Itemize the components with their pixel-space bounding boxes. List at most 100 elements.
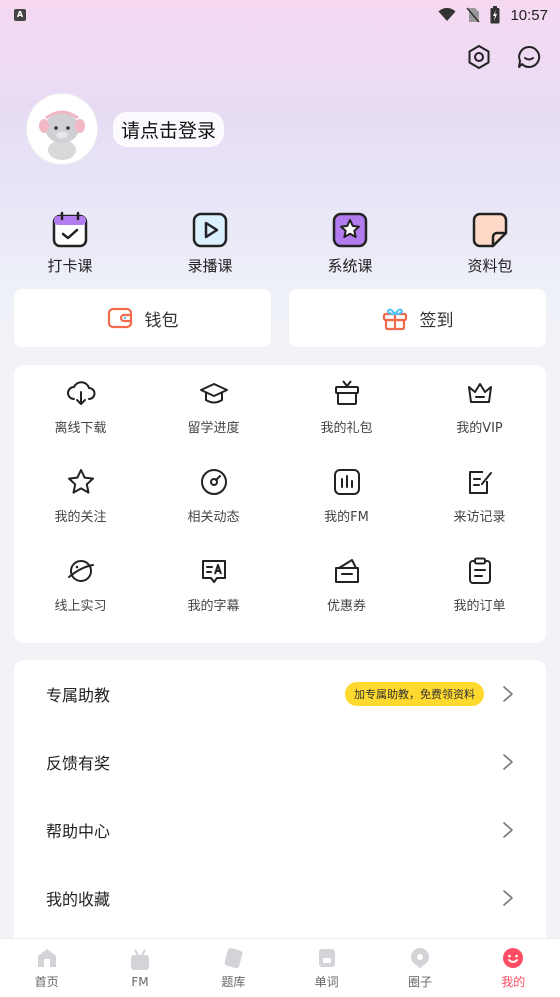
grid-item-study-abroad-progress[interactable]: 留学进度 xyxy=(147,377,280,466)
quick-action-recorded-course[interactable]: 录播课 xyxy=(140,210,280,276)
clipboard-icon xyxy=(464,555,496,587)
grid-item-my-orders[interactable]: 我的订单 xyxy=(413,555,546,644)
list-item-label: 帮助中心 xyxy=(46,822,111,841)
top-icons xyxy=(464,42,544,72)
tab-label: 题库 xyxy=(221,975,246,989)
list-item-help-center[interactable]: 帮助中心 xyxy=(14,796,546,864)
grid-item-my-gift[interactable]: 我的礼包 xyxy=(280,377,413,466)
chevron-right-icon xyxy=(503,890,513,906)
crown-icon xyxy=(464,377,496,409)
no-sim-icon xyxy=(466,7,481,23)
list-item-feedback[interactable]: 反馈有奖 xyxy=(14,728,546,796)
chat-bubble-icon xyxy=(518,45,541,68)
tab-fm[interactable]: FM xyxy=(93,939,186,997)
list-item-my-favorites[interactable]: 我的收藏 xyxy=(14,864,546,932)
list-item-right xyxy=(502,753,514,771)
calendar-check-icon xyxy=(50,210,90,250)
quick-action-materials[interactable]: 资料包 xyxy=(420,210,560,276)
profile-header[interactable]: 请点击登录 xyxy=(27,94,225,164)
community-icon xyxy=(408,946,432,970)
grid-item-related-updates[interactable]: 相关动态 xyxy=(147,466,280,555)
grid-item-my-vip[interactable]: 我的VIP xyxy=(413,377,546,466)
login-prompt[interactable]: 请点击登录 xyxy=(113,111,225,147)
quick-action-checkin-course[interactable]: 打卡课 xyxy=(0,210,140,276)
settings-button[interactable] xyxy=(464,42,494,72)
grid-item-my-subtitles[interactable]: 我的字幕 xyxy=(147,555,280,644)
grid-label: 我的订单 xyxy=(453,599,506,614)
list-item-label: 我的收藏 xyxy=(46,890,111,909)
message-button[interactable] xyxy=(514,42,544,72)
gift-box-icon xyxy=(382,308,407,331)
edit-note-icon xyxy=(464,466,496,498)
subtitle-icon xyxy=(198,555,230,587)
list-item-label: 反馈有奖 xyxy=(46,754,111,773)
star-icon xyxy=(65,466,97,498)
gift-icon xyxy=(331,377,363,409)
grid-label: 我的关注 xyxy=(54,510,107,525)
promo-badge[interactable]: 加专属助教，免费领资料 xyxy=(345,682,484,706)
cow-mascot-icon xyxy=(39,110,85,160)
grid-label: 来访记录 xyxy=(453,510,506,525)
grid-label: 我的FM xyxy=(324,510,369,525)
tab-label: FM xyxy=(131,974,149,989)
graduation-cap-icon xyxy=(198,377,230,409)
status-right: 10:57 xyxy=(438,6,548,24)
tab-community[interactable]: 圈子 xyxy=(373,939,466,997)
grid-label: 我的字幕 xyxy=(187,599,240,614)
list-item-right xyxy=(502,821,514,839)
wallet-button[interactable]: 钱包 xyxy=(14,289,271,347)
checkin-button[interactable]: 签到 xyxy=(289,289,546,347)
grid-item-coupons[interactable]: 优惠券 xyxy=(280,555,413,644)
tab-vocabulary[interactable]: 单词 xyxy=(280,939,373,997)
function-grid: 离线下载 留学进度 我的礼包 我的VIP 我的关注 相关动态 我的FM 来访记录… xyxy=(14,365,546,643)
play-icon xyxy=(190,210,230,250)
quick-action-label: 打卡课 xyxy=(47,257,93,275)
vocabulary-icon xyxy=(315,946,339,970)
tab-label: 首页 xyxy=(34,975,59,989)
grid-item-offline-download[interactable]: 离线下载 xyxy=(14,377,147,466)
quick-action-label: 录播课 xyxy=(187,257,233,275)
settings-list: 专属助教 加专属助教，免费领资料 反馈有奖 帮助中心 我的收藏 xyxy=(14,660,546,950)
radio-icon xyxy=(128,948,152,972)
wifi-icon xyxy=(438,8,456,21)
coupon-icon xyxy=(331,555,363,587)
question-bank-icon xyxy=(221,946,245,970)
grid-label: 我的礼包 xyxy=(320,421,373,436)
status-bar: A 10:57 xyxy=(0,0,560,30)
tab-home[interactable]: 首页 xyxy=(0,939,93,997)
notification-badge-icon: A xyxy=(14,9,26,21)
quick-action-label: 资料包 xyxy=(467,257,513,275)
grid-label: 线上实习 xyxy=(54,599,107,614)
grid-label: 我的VIP xyxy=(456,421,503,436)
settings-hex-icon xyxy=(468,45,490,69)
tab-label: 圈子 xyxy=(407,975,432,989)
tab-mine[interactable]: 我的 xyxy=(467,939,560,997)
wallet-icon xyxy=(107,307,132,329)
cloud-download-icon xyxy=(65,377,97,409)
compass-icon xyxy=(198,466,230,498)
grid-label: 留学进度 xyxy=(187,421,240,436)
quick-action-system-course[interactable]: 系统课 xyxy=(280,210,420,276)
checkin-label: 签到 xyxy=(419,310,454,331)
list-item-dedicated-tutor[interactable]: 专属助教 加专属助教，免费领资料 xyxy=(14,660,546,728)
planet-icon xyxy=(65,555,97,587)
chevron-right-icon xyxy=(503,754,513,770)
bottom-tab-bar: 首页 FM 题库 单词 圈子 我的 xyxy=(0,938,560,997)
grid-item-my-follows[interactable]: 我的关注 xyxy=(14,466,147,555)
wallet-row: 钱包 签到 xyxy=(14,289,546,347)
list-item-right xyxy=(502,889,514,907)
grid-item-my-fm[interactable]: 我的FM xyxy=(280,466,413,555)
wallet-label: 钱包 xyxy=(144,310,179,331)
grid-item-online-internship[interactable]: 线上实习 xyxy=(14,555,147,644)
grid-label: 优惠券 xyxy=(326,599,366,614)
tab-label: 单词 xyxy=(314,975,339,989)
chevron-right-icon xyxy=(503,686,513,702)
avatar[interactable] xyxy=(27,94,97,164)
list-item-label: 专属助教 xyxy=(46,686,111,705)
tab-question-bank[interactable]: 题库 xyxy=(187,939,280,997)
status-time: 10:57 xyxy=(510,6,548,24)
smile-face-icon xyxy=(501,946,525,970)
grid-item-visit-records[interactable]: 来访记录 xyxy=(413,466,546,555)
quick-actions: 打卡课 录播课 系统课 资料包 xyxy=(0,210,560,276)
chevron-right-icon xyxy=(503,822,513,838)
